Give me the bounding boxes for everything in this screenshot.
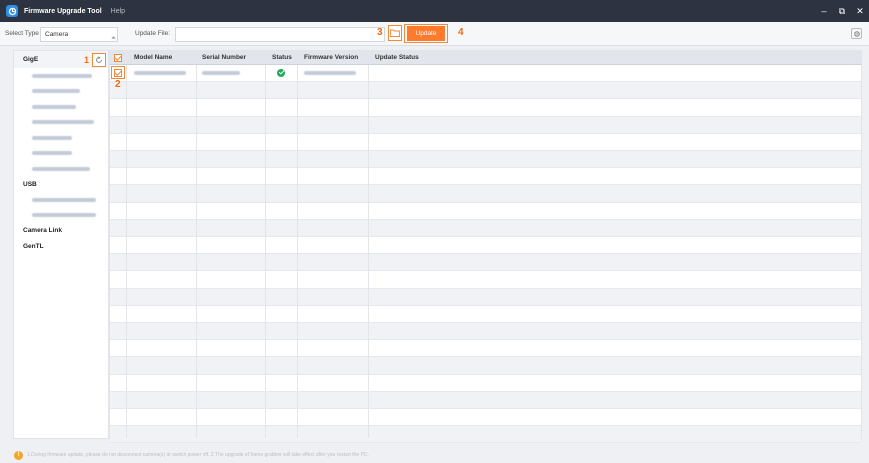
refresh-button[interactable]: [92, 52, 106, 67]
table-row: [110, 219, 861, 237]
device-name-blurred: [32, 120, 94, 125]
update-file-input[interactable]: [175, 27, 385, 42]
column-header-firmware-version[interactable]: Firmware Version: [304, 51, 358, 65]
tree-group-camera-link[interactable]: Camera Link: [14, 223, 108, 239]
table-row: [110, 99, 861, 117]
tree-group-label: Camera Link: [23, 227, 63, 235]
device-tree: GigE 1 USB Camera Link GenTL: [13, 50, 109, 439]
column-divider: [126, 51, 127, 438]
column-divider: [265, 51, 266, 438]
firmware-version-blurred: [304, 71, 356, 75]
dropdown-caret-icon: [111, 36, 116, 41]
select-all-checkbox[interactable]: [114, 54, 122, 62]
restore-button[interactable]: ⧉: [837, 0, 847, 22]
device-table: Model Name Serial Number Status Firmware…: [109, 50, 862, 444]
update-file-label: Update File:: [135, 30, 171, 37]
table-row: [110, 151, 861, 169]
tree-group-label: GenTL: [23, 242, 44, 250]
settings-button[interactable]: [851, 28, 862, 39]
app-logo-icon: [6, 5, 18, 17]
close-button[interactable]: ✕: [855, 0, 865, 22]
serial-number-blurred: [202, 71, 240, 75]
select-type-dropdown[interactable]: Camera: [40, 27, 118, 42]
table-row: [110, 237, 861, 255]
folder-open-icon: [390, 29, 400, 37]
device-name-blurred: [32, 197, 96, 202]
table-row: [110, 254, 861, 272]
footer-note: 1.During firmware update, please do not …: [27, 452, 369, 458]
model-name-blurred: [134, 71, 186, 75]
toolbar: Select Type Camera Update File: 3 Update…: [0, 22, 869, 46]
table-row: [110, 116, 861, 134]
check-circle-icon: [277, 68, 285, 77]
callout-1: 1: [83, 54, 89, 65]
tree-device-item[interactable]: [14, 68, 108, 84]
table-row: [110, 409, 861, 427]
column-divider: [368, 51, 369, 438]
table-row: [110, 375, 861, 392]
table-row: [110, 426, 861, 444]
callout-2: 2: [115, 79, 121, 90]
table-row: [110, 203, 861, 220]
device-name-blurred: [32, 151, 72, 156]
browse-file-button[interactable]: [388, 25, 402, 41]
device-name-blurred: [32, 213, 96, 218]
device-name-blurred: [32, 166, 90, 171]
table-row: [110, 185, 861, 203]
table-row: [110, 82, 861, 100]
tree-group-label: USB: [23, 180, 37, 188]
tree-group-gige[interactable]: GigE 1: [14, 51, 108, 68]
table-row: [110, 340, 861, 358]
table-row: [110, 357, 861, 375]
table-row: [110, 168, 861, 186]
device-name-blurred: [32, 89, 80, 94]
table-row: [110, 323, 861, 341]
column-header-model-name[interactable]: Model Name: [134, 51, 172, 65]
table-row: [110, 306, 861, 323]
column-header-serial-number[interactable]: Serial Number: [202, 51, 246, 65]
tree-device-item[interactable]: [14, 115, 108, 131]
tree-device-item[interactable]: [14, 130, 108, 146]
column-header-status[interactable]: Status: [272, 51, 292, 65]
tree-group-gentl[interactable]: GenTL: [14, 239, 108, 255]
callout-4: 4: [458, 27, 464, 38]
title-bar: Firmware Upgrade Tool Help – ⧉ ✕: [0, 0, 869, 22]
device-name-blurred: [32, 135, 72, 140]
callout-3: 3: [377, 27, 383, 38]
tree-device-item[interactable]: [14, 192, 108, 208]
tree-device-item[interactable]: [14, 84, 108, 100]
column-divider: [297, 51, 298, 438]
table-row: [110, 288, 861, 306]
column-divider: [196, 51, 197, 438]
warning-icon: !: [14, 450, 23, 460]
table-row: [110, 271, 861, 289]
select-type-value: Camera: [45, 31, 69, 38]
device-name-blurred: [32, 73, 92, 78]
refresh-icon: [96, 55, 102, 63]
tree-device-item[interactable]: [14, 161, 108, 177]
tree-device-item[interactable]: [14, 99, 108, 115]
select-type-label: Select Type: [5, 30, 39, 37]
app-title: Firmware Upgrade Tool: [24, 7, 102, 15]
column-header-update-status[interactable]: Update Status: [375, 51, 419, 65]
table-row: [110, 391, 861, 409]
status-bar: ! 1.During firmware update, please do no…: [0, 447, 869, 463]
tree-group-label: GigE: [23, 56, 39, 63]
table-row: [110, 134, 861, 151]
update-button[interactable]: Update: [407, 26, 445, 41]
table-header: Model Name Serial Number Status Firmware…: [110, 51, 861, 65]
tree-group-usb[interactable]: USB: [14, 177, 108, 193]
row-checkbox[interactable]: [114, 68, 122, 77]
tree-device-item[interactable]: [14, 146, 108, 162]
tree-device-item[interactable]: [14, 208, 108, 224]
minimize-button[interactable]: –: [819, 0, 829, 22]
device-name-blurred: [32, 104, 76, 109]
menu-help[interactable]: Help: [111, 8, 125, 15]
settings-icon: [853, 30, 860, 37]
